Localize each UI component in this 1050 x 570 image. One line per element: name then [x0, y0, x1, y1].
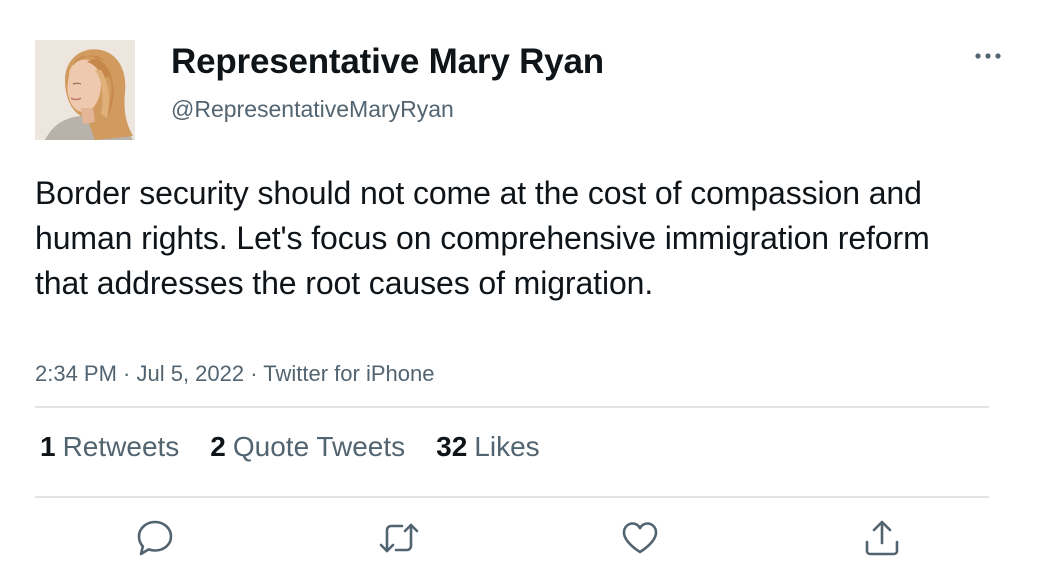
retweets-label: Retweets [62, 431, 180, 462]
more-options-button[interactable] [968, 44, 1008, 68]
tweet-timestamp[interactable]: 2:34 PM · Jul 5, 2022 · Twitter for iPho… [35, 361, 434, 387]
retweets-stat[interactable]: 1 Retweets [40, 431, 179, 463]
retweet-arrows-icon [379, 523, 419, 553]
user-handle[interactable]: @RepresentativeMaryRyan [171, 96, 454, 123]
quote-tweets-label: Quote Tweets [232, 431, 406, 462]
display-name[interactable]: Representative Mary Ryan [171, 42, 604, 82]
likes-label: Likes [474, 431, 540, 462]
avatar[interactable] [35, 40, 135, 140]
share-upload-icon [865, 520, 899, 556]
divider-top [35, 406, 989, 408]
divider-bottom [35, 496, 989, 498]
engagement-stats: 1 Retweets 2 Quote Tweets 32 Likes [40, 431, 571, 463]
share-button[interactable] [861, 517, 903, 559]
reply-bubble-icon [137, 520, 173, 556]
quote-tweets-count: 2 [210, 431, 226, 462]
like-button[interactable] [619, 517, 661, 559]
retweets-count: 1 [40, 431, 56, 462]
more-horizontal-icon [975, 53, 1001, 59]
tweet-text: Border security should not come at the c… [35, 175, 930, 301]
retweet-button[interactable] [378, 517, 420, 559]
tweet-card: Representative Mary Ryan @Representative… [0, 0, 1050, 570]
reply-button[interactable] [134, 517, 176, 559]
likes-count: 32 [436, 431, 468, 462]
avatar-image [35, 40, 135, 140]
quote-tweets-stat[interactable]: 2 Quote Tweets [210, 431, 405, 463]
heart-icon [622, 522, 658, 554]
likes-stat[interactable]: 32 Likes [436, 431, 540, 463]
